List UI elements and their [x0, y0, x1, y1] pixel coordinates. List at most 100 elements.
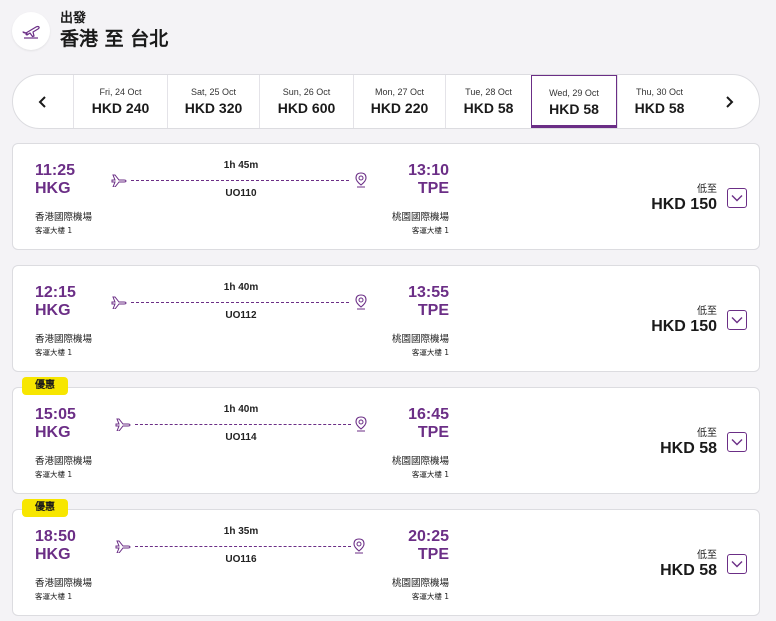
location-pin-icon	[355, 416, 367, 432]
route-line	[131, 180, 349, 181]
price-prefix: 低至	[697, 184, 717, 195]
route-line	[131, 302, 349, 303]
arrival-terminal: 客運大樓 1	[411, 348, 449, 357]
flight-duration: 1h 45m	[223, 160, 259, 171]
flight-price: HKD 58	[660, 440, 717, 457]
chevron-down-icon	[731, 195, 743, 202]
departure-airport: 香港國際機場	[35, 212, 93, 223]
flight-card[interactable]: 11:25 HKG 香港國際機場 客運大樓 1 1h 45m UO110 13:…	[12, 143, 760, 250]
chevron-down-icon	[731, 439, 743, 446]
arrival-airport: 桃園國際機場	[391, 212, 449, 223]
arrival-time: 13:10	[408, 162, 449, 179]
route-line	[135, 424, 351, 425]
date-price: HKD 320	[184, 100, 243, 116]
chevron-left-icon	[38, 95, 46, 108]
direction-label: 出發	[60, 11, 87, 26]
flight-price: HKD 58	[660, 562, 717, 579]
date-price: HKD 58	[549, 101, 599, 117]
arrival-airport: 桃園國際機場	[391, 578, 449, 589]
flight-duration: 1h 40m	[223, 282, 259, 293]
departure-airport: 香港國際機場	[35, 334, 93, 345]
date-option[interactable]: Tue, 28 Oct HKD 58	[445, 75, 531, 128]
date-option-selected[interactable]: Wed, 29 Oct HKD 58	[531, 75, 617, 128]
date-label: Wed, 29 Oct	[549, 88, 599, 98]
expand-button[interactable]	[727, 188, 747, 208]
flight-duration: 1h 35m	[223, 526, 259, 537]
date-label: Fri, 24 Oct	[99, 87, 142, 97]
departure-terminal: 客運大樓 1	[35, 348, 73, 357]
expand-button[interactable]	[727, 310, 747, 330]
departure-time: 18:50	[35, 528, 76, 545]
arrival-time: 16:45	[408, 406, 449, 423]
arrival-code: TPE	[417, 302, 449, 319]
date-price: HKD 58	[634, 100, 685, 116]
departure-time: 15:05	[35, 406, 76, 423]
arrival-code: TPE	[417, 424, 449, 441]
date-selector: Fri, 24 Oct HKD 240 Sat, 25 Oct HKD 320 …	[12, 74, 760, 129]
next-dates-button[interactable]	[699, 75, 759, 128]
flight-card[interactable]: 12:15 HKG 香港國際機場 客運大樓 1 1h 40m UO112 13:…	[12, 265, 760, 372]
plane-departure-icon	[12, 11, 50, 50]
flight-number: UO110	[225, 188, 257, 199]
date-price: HKD 600	[277, 100, 336, 116]
arrival-terminal: 客運大樓 1	[411, 470, 449, 479]
promo-badge: 優惠	[22, 499, 68, 517]
date-option[interactable]: Mon, 27 Oct HKD 220	[353, 75, 445, 128]
departure-time: 11:25	[35, 162, 76, 179]
date-label: Sat, 25 Oct	[190, 87, 237, 97]
page-header: 出發 香港 至 台北	[12, 10, 168, 51]
arrival-code: TPE	[417, 546, 449, 563]
flight-card[interactable]: 15:05 HKG 香港國際機場 客運大樓 1 1h 40m UO114 16:…	[12, 387, 760, 494]
price-prefix: 低至	[697, 550, 717, 561]
flight-price: HKD 150	[651, 196, 717, 213]
date-option[interactable]: Fri, 24 Oct HKD 240	[73, 75, 167, 128]
chevron-down-icon	[731, 561, 743, 568]
date-label: Mon, 27 Oct	[374, 87, 425, 97]
flight-number: UO116	[225, 554, 257, 565]
price-prefix: 低至	[697, 428, 717, 439]
departure-terminal: 客運大樓 1	[35, 592, 73, 601]
chevron-down-icon	[731, 317, 743, 324]
chevron-right-icon	[726, 95, 734, 108]
plane-icon	[111, 296, 127, 309]
arrival-time: 20:25	[408, 528, 449, 545]
route-title: 香港 至 台北	[60, 28, 169, 50]
date-option[interactable]: Sat, 25 Oct HKD 320	[167, 75, 259, 128]
arrival-airport: 桃園國際機場	[391, 456, 449, 467]
departure-terminal: 客運大樓 1	[35, 470, 73, 479]
departure-code: HKG	[35, 546, 71, 563]
promo-badge: 優惠	[22, 377, 68, 395]
plane-icon	[111, 174, 127, 187]
price-prefix: 低至	[697, 306, 717, 317]
arrival-airport: 桃園國際機場	[391, 334, 449, 345]
flight-price: HKD 150	[651, 318, 717, 335]
location-pin-icon	[353, 538, 365, 554]
departure-code: HKG	[35, 180, 71, 197]
arrival-time: 13:55	[408, 284, 449, 301]
expand-button[interactable]	[727, 432, 747, 452]
location-pin-icon	[355, 172, 367, 188]
date-option[interactable]: Thu, 30 Oct HKD 58	[617, 75, 701, 128]
plane-icon	[115, 418, 131, 431]
flight-number: UO114	[225, 432, 257, 443]
route-line	[135, 546, 351, 547]
departure-airport: 香港國際機場	[35, 456, 93, 467]
date-price: HKD 58	[463, 100, 514, 116]
flight-duration: 1h 40m	[223, 404, 259, 415]
departure-airport: 香港國際機場	[35, 578, 93, 589]
departure-time: 12:15	[35, 284, 76, 301]
date-price: HKD 220	[370, 100, 429, 116]
date-label: Tue, 28 Oct	[465, 87, 512, 97]
date-option[interactable]: Sun, 26 Oct HKD 600	[259, 75, 353, 128]
expand-button[interactable]	[727, 554, 747, 574]
location-pin-icon	[355, 294, 367, 310]
date-label: Sun, 26 Oct	[282, 87, 331, 97]
flight-card[interactable]: 18:50 HKG 香港國際機場 客運大樓 1 1h 35m UO116 20:…	[12, 509, 760, 616]
arrival-terminal: 客運大樓 1	[411, 592, 449, 601]
departure-terminal: 客運大樓 1	[35, 226, 73, 235]
date-label: Thu, 30 Oct	[635, 87, 684, 97]
arrival-terminal: 客運大樓 1	[411, 226, 449, 235]
prev-dates-button[interactable]	[13, 75, 73, 128]
plane-icon	[115, 540, 131, 553]
date-price: HKD 240	[91, 100, 150, 116]
